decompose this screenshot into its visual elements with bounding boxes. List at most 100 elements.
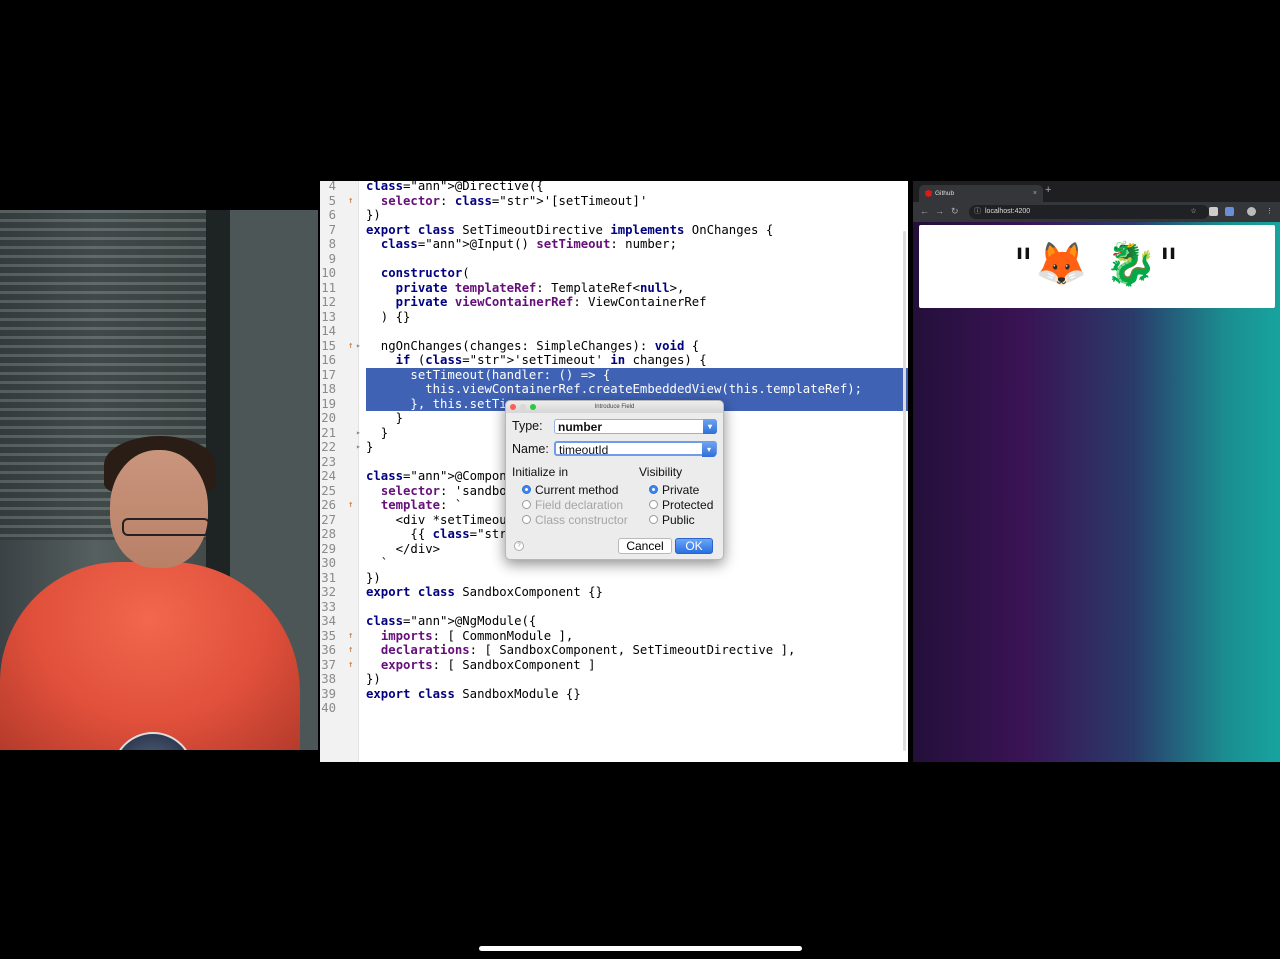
code-line[interactable]: 39 export class SandboxModule {} (320, 687, 908, 702)
code-line[interactable]: 7 export class SetTimeoutDirective implem… (320, 223, 908, 238)
code-line[interactable]: 14 (320, 324, 908, 339)
override-marker-icon[interactable]: ↑ (348, 194, 356, 209)
code-text: class="ann">@Input() setTimeout: number; (380, 237, 677, 251)
back-arrow-icon[interactable]: ← (920, 206, 929, 216)
radio-initialize-option[interactable]: Current method (522, 483, 618, 497)
code-line[interactable]: 18 this.viewContainerRef.createEmbeddedV… (321, 382, 908, 397)
line-number: 31 (321, 570, 336, 585)
code-line[interactable]: 5 ↑ selector: class="str">'[setTimeout]' (320, 194, 908, 209)
override-marker-icon[interactable]: ↑ (348, 629, 356, 644)
code-text: }) (366, 570, 381, 585)
forward-arrow-icon[interactable]: → (935, 206, 944, 216)
close-window-icon[interactable] (510, 404, 516, 410)
type-select[interactable]: number ▾ (554, 419, 717, 434)
radio-dot-icon (649, 485, 658, 495)
code-line[interactable]: 6}) (320, 208, 908, 223)
line-number: 16 (321, 353, 336, 367)
override-marker-icon[interactable]: ↑ (348, 339, 356, 354)
initialize-in-heading: Initialize in (512, 465, 569, 479)
code-line[interactable]: 37 ↑ exports: [ SandboxComponent ] (320, 658, 908, 673)
code-text: if (class="str">'setTimeout' in changes)… (395, 353, 707, 367)
code-line[interactable]: 8 class="ann">@Input() setTimeout: numbe… (320, 237, 908, 252)
line-number: 28 (321, 527, 336, 541)
cancel-button[interactable]: Cancel (618, 538, 672, 554)
star-icon[interactable]: ☆ (1189, 207, 1198, 216)
angular-favicon-icon (925, 190, 932, 197)
code-text: private templateRef: TemplateRef<null>, (395, 280, 685, 295)
override-marker-icon[interactable]: ↑ (348, 658, 356, 673)
code-text: setTimeout(handler: () => { (366, 367, 611, 382)
code-line[interactable]: 15 ↑ ▸ ngOnChanges(changes: SimpleChanges)… (320, 339, 908, 354)
minimize-window-icon[interactable] (520, 404, 526, 410)
code-line[interactable]: 35 ↑ imports: [ CommonModule ], (320, 629, 908, 644)
code-text: export class SetTimeoutDirective impleme… (366, 222, 774, 237)
url-field[interactable]: ⓘ localhost:4200 (969, 205, 1209, 219)
code-line[interactable]: 17 setTimeout(handler: () => { (321, 367, 908, 382)
code-text: export class SandboxModule {} (366, 686, 581, 701)
line-number: 19 (321, 396, 336, 411)
code-line[interactable]: 9 (320, 252, 908, 267)
override-marker-icon[interactable]: ↑ (348, 643, 356, 658)
line-number: 39 (321, 686, 336, 701)
line-number: 11 (321, 280, 336, 295)
code-line[interactable]: 12 private viewContainerRef: ViewContain… (320, 295, 908, 310)
code-text: selector: 'sandbox (380, 483, 515, 498)
code-line[interactable]: 32 export class SandboxComponent {} (320, 585, 908, 600)
code-line[interactable]: 11 private templateRef: TemplateRef<null… (320, 281, 908, 296)
code-line[interactable]: 33 (320, 600, 908, 615)
fold-arrow-icon[interactable]: ▸ (356, 426, 364, 441)
code-line[interactable]: 16 if (class="str">'setTimeout' in chang… (320, 353, 908, 368)
code-text: }) (366, 208, 381, 222)
radio-visibility-option[interactable]: Private (649, 483, 699, 497)
name-field[interactable]: timeoutId ▾ (554, 441, 717, 457)
editor-scrollbar[interactable] (903, 231, 906, 751)
extension-icon[interactable] (1209, 207, 1218, 216)
chevron-down-icon[interactable]: ▾ (703, 419, 717, 434)
speaker-glasses (122, 518, 210, 536)
code-line[interactable]: 4 class="ann">@Directive({ (320, 181, 908, 194)
code-line[interactable]: 31}) (320, 571, 908, 586)
fold-arrow-icon[interactable]: ▸ (356, 440, 364, 455)
line-number: 35 (321, 628, 336, 643)
chevron-down-icon[interactable]: ▾ (702, 442, 716, 457)
ok-button[interactable]: OK (675, 538, 713, 554)
url-text: localhost:4200 (985, 208, 1031, 215)
line-number: 34 (321, 614, 336, 628)
radio-initialize-option: Class constructor (522, 513, 628, 527)
code-line[interactable]: 40 (320, 701, 908, 716)
code-text: }) (366, 672, 381, 686)
line-number: 26 (321, 498, 336, 512)
tab-github[interactable]: Github × (919, 185, 1043, 202)
extension-icon[interactable] (1225, 207, 1234, 216)
info-icon[interactable]: ⓘ (974, 205, 981, 219)
line-number: 40 (321, 701, 336, 715)
reload-icon[interactable]: ↻ (951, 206, 959, 217)
help-icon[interactable]: ? (514, 541, 524, 551)
code-text: <div *setTimeout (366, 512, 515, 527)
line-number: 17 (321, 367, 336, 382)
new-tab-button[interactable]: + (1045, 184, 1051, 196)
zoom-window-icon[interactable] (530, 404, 536, 410)
code-line[interactable]: 34 class="ann">@NgModule({ (320, 614, 908, 629)
code-line[interactable]: 13 ) {} (320, 310, 908, 325)
code-line[interactable]: 38}) (320, 672, 908, 687)
override-marker-icon[interactable]: ↑ (348, 498, 356, 513)
close-tab-icon[interactable]: × (1033, 185, 1037, 202)
home-indicator[interactable] (479, 946, 802, 951)
menu-icon[interactable]: ⋮ (1265, 207, 1274, 216)
profile-avatar-icon[interactable] (1247, 207, 1256, 216)
code-line[interactable]: 10 constructor( (320, 266, 908, 281)
code-line[interactable]: 36 ↑ declarations: [ SandboxComponent, Se… (320, 643, 908, 658)
radio-visibility-option[interactable]: Protected (649, 498, 713, 512)
tab-title: Github (935, 190, 955, 197)
fold-arrow-icon[interactable]: ▸ (356, 339, 364, 354)
line-number: 30 (321, 556, 336, 570)
line-number: 7 (328, 222, 336, 237)
radio-dot-icon (649, 515, 658, 525)
radio-dot-icon (522, 485, 531, 495)
radio-visibility-option[interactable]: Public (649, 513, 695, 527)
line-number: 29 (321, 541, 336, 556)
code-text: selector: class="str">'[setTimeout]' (380, 193, 648, 208)
code-text: this.viewContainerRef.createEmbeddedView… (366, 382, 863, 396)
line-number: 27 (321, 512, 336, 527)
